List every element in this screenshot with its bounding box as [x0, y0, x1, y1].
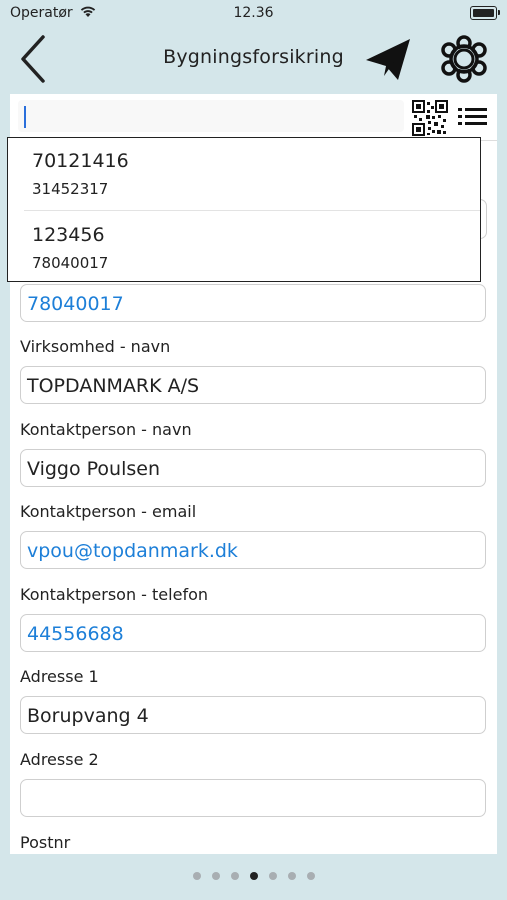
page-dot[interactable] — [287, 872, 296, 880]
dropdown-divider — [24, 210, 480, 211]
address2-label: Adresse 2 — [20, 750, 99, 769]
search-input[interactable] — [18, 100, 404, 132]
autocomplete-dropdown: 70121416 31452317 123456 78040017 — [7, 137, 481, 282]
page-title: Bygningsforsikring — [163, 46, 344, 68]
paper-plane-icon[interactable] — [364, 36, 412, 82]
contact-email-label: Kontaktperson - email — [20, 502, 197, 521]
page-dot[interactable] — [192, 872, 201, 880]
dropdown-item[interactable]: 123456 78040017 — [8, 212, 480, 282]
address2-input[interactable] — [20, 779, 486, 817]
gear-icon[interactable] — [438, 34, 490, 84]
contact-email-input[interactable]: vpou@topdanmark.dk — [20, 531, 486, 569]
cvr-input[interactable]: 78040017 — [20, 284, 486, 322]
dropdown-item-sub: 31452317 — [32, 180, 109, 198]
contact-name-label: Kontaktperson - navn — [20, 420, 192, 439]
dropdown-item-main: 123456 — [32, 224, 105, 246]
navigation-bar: Bygningsforsikring — [0, 26, 507, 92]
address1-label: Adresse 1 — [20, 667, 99, 686]
dropdown-item-main: 70121416 — [32, 150, 129, 172]
page-dot[interactable] — [306, 872, 315, 880]
page-indicator — [0, 872, 507, 884]
contact-phone-label: Kontaktperson - telefon — [20, 585, 208, 604]
dropdown-item[interactable]: 70121416 31452317 — [8, 138, 480, 208]
page-dot-active[interactable] — [249, 872, 258, 880]
page-dot[interactable] — [268, 872, 277, 880]
dropdown-item-sub: 78040017 — [32, 254, 109, 272]
page-dot[interactable] — [211, 872, 220, 880]
contact-phone-input[interactable]: 44556688 — [20, 614, 486, 652]
postnr-label: Postnr — [20, 833, 71, 852]
search-row — [10, 94, 497, 141]
clock: 12.36 — [233, 5, 274, 21]
page-dot[interactable] — [230, 872, 239, 880]
contact-name-input[interactable]: Viggo Poulsen — [20, 449, 486, 487]
company-name-input[interactable]: TOPDANMARK A/S — [20, 366, 486, 404]
text-caret — [24, 106, 26, 128]
status-bar: Operatør 12.36 — [0, 0, 507, 26]
list-icon[interactable] — [458, 106, 488, 128]
qr-code-icon[interactable] — [412, 100, 448, 136]
address1-input[interactable]: Borupvang 4 — [20, 696, 486, 734]
battery-icon — [470, 6, 500, 20]
company-name-label: Virksomhed - navn — [20, 337, 171, 356]
